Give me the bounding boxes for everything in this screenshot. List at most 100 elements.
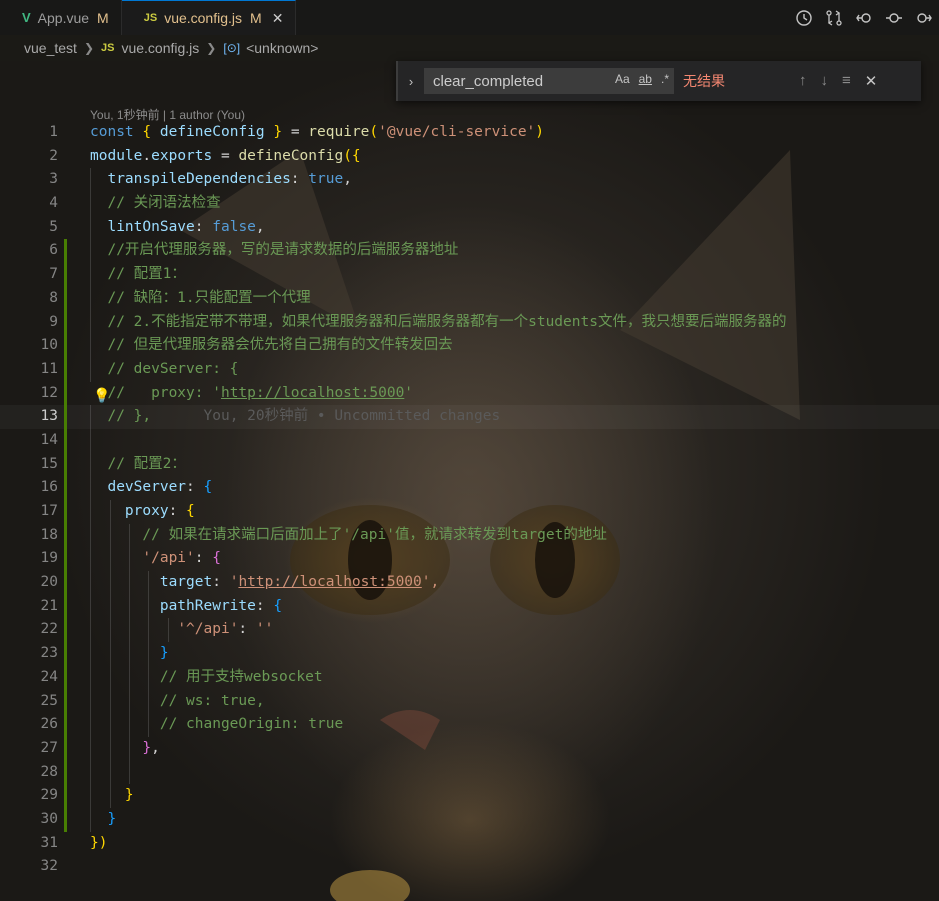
inline-blame-annotation: You, 20秒钟前 • Uncommitted changes <box>203 408 501 425</box>
token: '' <box>255 621 274 638</box>
line-number: 9 <box>49 313 58 330</box>
find-in-selection-icon[interactable]: ≡ <box>842 72 851 90</box>
chevron-right-icon: ❯ <box>83 41 94 55</box>
close-tab-icon[interactable]: ✕ <box>272 10 284 27</box>
comment: // ws: true, <box>159 692 265 709</box>
timeline-history-icon[interactable] <box>793 7 815 29</box>
comment: // 但是代理服务器会优先将自己拥有的文件转发回去 <box>107 337 453 354</box>
comment: // 如果在请求端口后面加上了'/api'值，就请求转发到target的地址 <box>142 526 607 543</box>
token: exports <box>151 147 213 164</box>
line-number: 7 <box>49 266 58 283</box>
code-line: 23 } <box>0 642 939 666</box>
line-number: 13 <box>40 408 58 425</box>
token: ({ <box>343 147 361 164</box>
find-widget: › clear_completed Aa ab .* 无结果 ↑ ↓ ≡ ✕ <box>396 61 921 101</box>
compare-changes-icon[interactable] <box>823 7 845 29</box>
line-number: 26 <box>40 716 58 733</box>
line-number: 4 <box>49 195 58 212</box>
next-change-icon[interactable] <box>913 7 935 29</box>
token: : <box>290 171 300 188</box>
comment: // 关闭语法检查 <box>107 195 221 212</box>
line-number: 24 <box>40 668 58 685</box>
token: , <box>255 218 265 235</box>
line-number: 14 <box>40 431 58 448</box>
tab-app-vue[interactable]: V App.vue M <box>0 0 122 35</box>
editor-tab-bar: V App.vue M JS vue.config.js M ✕ <box>0 0 939 35</box>
line-number: 3 <box>49 171 58 188</box>
token: pathRewrite <box>159 597 256 614</box>
modified-badge: M <box>97 9 109 26</box>
git-modified-gutter <box>64 452 67 477</box>
code-line: 3 transpileDependencies: true, <box>0 168 939 193</box>
git-modified-gutter <box>64 665 67 690</box>
code-line: 31}) <box>0 832 939 856</box>
token: , <box>151 739 160 756</box>
code-line: 28 <box>0 760 939 785</box>
token: { <box>212 550 221 567</box>
token: } <box>107 810 117 827</box>
git-modified-gutter <box>64 500 67 524</box>
token: { <box>273 597 283 614</box>
line-number: 22 <box>40 621 58 638</box>
symbol-variable-icon: [⊙] <box>223 41 241 55</box>
breadcrumb-folder[interactable]: vue_test <box>24 40 77 56</box>
previous-change-icon[interactable] <box>853 7 875 29</box>
find-query: clear_completed <box>433 72 544 90</box>
line-number: 32 <box>40 858 58 875</box>
line-number: 25 <box>40 692 58 709</box>
token: : <box>212 574 221 591</box>
js-file-icon: JS <box>101 42 115 54</box>
toggle-replace-chevron-icon[interactable]: › <box>398 74 424 89</box>
token: : <box>238 621 248 638</box>
find-input[interactable]: clear_completed Aa ab .* <box>424 68 674 94</box>
line-number: 15 <box>40 455 58 472</box>
token: defineConfig <box>159 124 265 140</box>
git-modified-gutter <box>64 547 67 572</box>
token: ) <box>535 124 545 140</box>
use-regex-toggle[interactable]: .* <box>661 72 669 86</box>
git-modified-gutter <box>64 428 67 453</box>
token: { <box>186 503 195 519</box>
token: proxy <box>124 503 169 519</box>
token: }) <box>90 834 108 851</box>
code-line: 12 💡 // proxy: 'http://localhost:5000' <box>0 381 939 406</box>
token: defineConfig <box>238 147 344 164</box>
git-modified-gutter <box>64 784 67 808</box>
close-find-icon[interactable]: ✕ <box>865 72 878 90</box>
code-line: 10 // 但是代理服务器会优先将自己拥有的文件转发回去 <box>0 334 939 358</box>
code-editor[interactable]: 1 const { defineConfig } = require('@vue/… <box>0 121 939 879</box>
code-line: 15 // 配置2： <box>0 452 939 477</box>
code-line: 2 module.exports = defineConfig({ <box>0 145 939 169</box>
chevron-right-icon: ❯ <box>206 41 217 55</box>
token: '^/api' <box>177 621 239 638</box>
breadcrumb-symbol[interactable]: <unknown> <box>246 40 318 56</box>
git-modified-gutter <box>64 286 67 311</box>
git-modified-gutter <box>64 760 67 785</box>
token: : <box>194 550 204 567</box>
match-case-toggle[interactable]: Aa <box>615 72 630 86</box>
find-result-status: 无结果 <box>683 73 725 89</box>
comment: // 配置1： <box>107 266 186 283</box>
git-modified-gutter <box>64 310 67 335</box>
code-line: 14 <box>0 428 939 453</box>
next-match-arrow-down-icon[interactable]: ↓ <box>821 72 829 90</box>
comment: // 配置2： <box>107 455 186 472</box>
code-line: 8 // 缺陷：1.只能配置一个代理 <box>0 286 939 311</box>
git-modified-gutter <box>64 807 67 832</box>
token: : <box>194 218 204 235</box>
breadcrumb-file[interactable]: vue.config.js <box>121 40 199 56</box>
token: module <box>90 147 143 164</box>
editor-actions <box>793 0 935 35</box>
token: } <box>273 124 283 140</box>
token: ', <box>421 574 440 591</box>
tab-vue-config-js[interactable]: JS vue.config.js M ✕ <box>121 0 297 35</box>
token: } <box>124 787 134 804</box>
code-line: 1 const { defineConfig } = require('@vue/… <box>0 121 939 145</box>
match-whole-word-toggle[interactable]: ab <box>639 72 652 86</box>
git-commit-icon[interactable] <box>883 7 905 29</box>
tab-label: vue.config.js <box>164 10 243 26</box>
line-number: 20 <box>40 574 58 591</box>
line-number: 12 <box>40 384 58 401</box>
git-modified-gutter <box>64 263 67 287</box>
previous-match-arrow-up-icon[interactable]: ↑ <box>799 72 807 90</box>
